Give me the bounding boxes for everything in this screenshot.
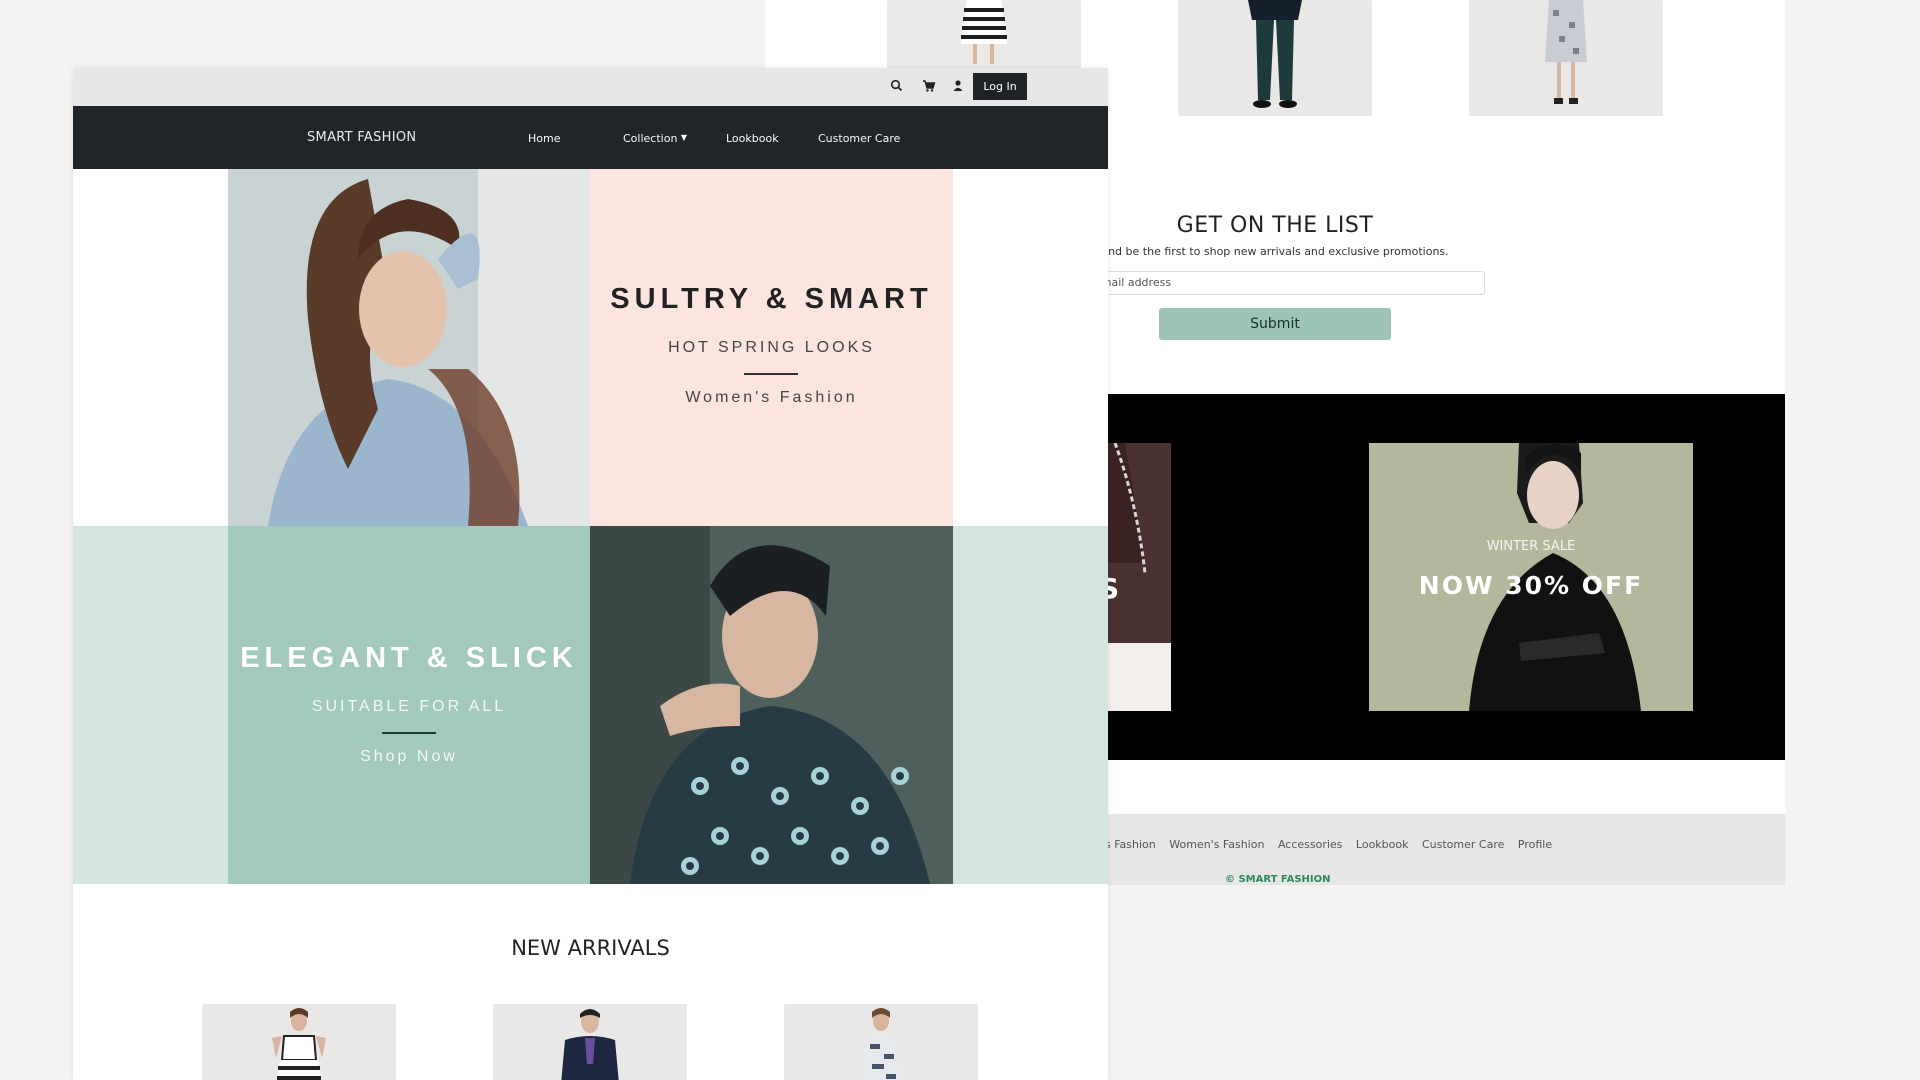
arrival-product-striped-dress[interactable] xyxy=(784,1004,978,1080)
woman-striped-dress-illustration xyxy=(784,1004,978,1080)
hero-women-tagline[interactable]: Women's Fashion xyxy=(590,389,953,407)
hero-panel-womens[interactable]: SULTRY & SMART HOT SPRING LOOKS Women's … xyxy=(590,169,953,526)
search-icon[interactable] xyxy=(889,78,905,94)
email-input[interactable]: email address xyxy=(1085,271,1485,295)
arrival-product-white-top[interactable] xyxy=(202,1004,396,1080)
main-navbar: SMART FASHION Home Collection ▼ Lookbook… xyxy=(73,106,1108,169)
footer-link-womens-fashion[interactable]: Women's Fashion xyxy=(1169,838,1264,851)
nav-item-collection[interactable]: Collection ▼ xyxy=(623,132,687,145)
hero-women-subline: HOT SPRING LOOKS xyxy=(668,339,875,356)
man-navy-suit-illustration xyxy=(493,1004,687,1080)
submit-button[interactable]: Submit xyxy=(1159,308,1391,340)
footer-copyright: © SMART FASHION xyxy=(1225,874,1331,885)
product-image-man-casual[interactable] xyxy=(1178,0,1372,116)
carousel-slide-winter-sale[interactable]: WINTER SALE NOW 30% OFF xyxy=(1369,443,1693,711)
nav-item-lookbook[interactable]: Lookbook xyxy=(726,132,779,145)
sale-label: WINTER SALE xyxy=(1486,539,1576,554)
hero-grid: SULTRY & SMART HOT SPRING LOOKS Women's … xyxy=(73,169,1108,884)
login-button[interactable]: Log In xyxy=(973,73,1027,100)
man-casual-illustration xyxy=(1178,0,1372,116)
cart-icon[interactable] xyxy=(921,78,937,94)
product-image-striped-dress[interactable] xyxy=(887,0,1081,68)
footer-link-accessories[interactable]: Accessories xyxy=(1278,838,1342,851)
hero-panel-mens[interactable]: ELEGANT & SLICK SUITABLE FOR ALL Shop No… xyxy=(228,526,590,884)
utility-bar: Log In xyxy=(73,68,1108,106)
footer-link-mens-fashion[interactable]: s Fashion xyxy=(1105,838,1156,851)
foreground-page-window: Log In SMART FASHION Home Collection ▼ L… xyxy=(73,68,1108,1080)
hero-men-headline: ELEGANT & SLICK xyxy=(240,642,578,674)
man-patterned-shirt-illustration xyxy=(590,526,953,884)
hero-photo-man[interactable] xyxy=(590,526,953,884)
striped-dress-illustration xyxy=(887,0,1081,68)
nav-item-customer-care[interactable]: Customer Care xyxy=(818,132,900,145)
hero-women-headline: SULTRY & SMART xyxy=(610,283,933,315)
nav-item-home[interactable]: Home xyxy=(528,132,560,145)
hero-women-divider xyxy=(744,373,798,375)
hero-men-subline: SUITABLE FOR ALL xyxy=(311,698,507,715)
caret-down-icon: ▼ xyxy=(680,133,688,142)
arrival-product-navy-suit[interactable] xyxy=(493,1004,687,1080)
hero-photo-woman[interactable] xyxy=(228,169,590,526)
footer-link-lookbook[interactable]: Lookbook xyxy=(1356,838,1409,851)
hero-men-divider xyxy=(382,732,436,734)
nav-item-collection-label: Collection xyxy=(623,132,678,145)
hero-men-tagline[interactable]: Shop Now xyxy=(228,748,590,766)
sequin-dress-illustration xyxy=(1469,0,1663,116)
new-arrivals-title: NEW ARRIVALS xyxy=(511,936,670,960)
woman-denim-illustration xyxy=(228,169,590,526)
footer-links: s Fashion Women's Fashion Accessories Lo… xyxy=(1105,838,1562,851)
sale-offer: NOW 30% OFF xyxy=(1418,571,1644,600)
footer-link-customer-care[interactable]: Customer Care xyxy=(1422,838,1504,851)
footer-link-profile[interactable]: Profile xyxy=(1518,838,1552,851)
user-icon[interactable] xyxy=(950,78,966,94)
product-image-sequin-dress[interactable] xyxy=(1469,0,1663,116)
woman-white-top-illustration xyxy=(202,1004,396,1080)
brand-logo[interactable]: SMART FASHION xyxy=(307,130,416,145)
